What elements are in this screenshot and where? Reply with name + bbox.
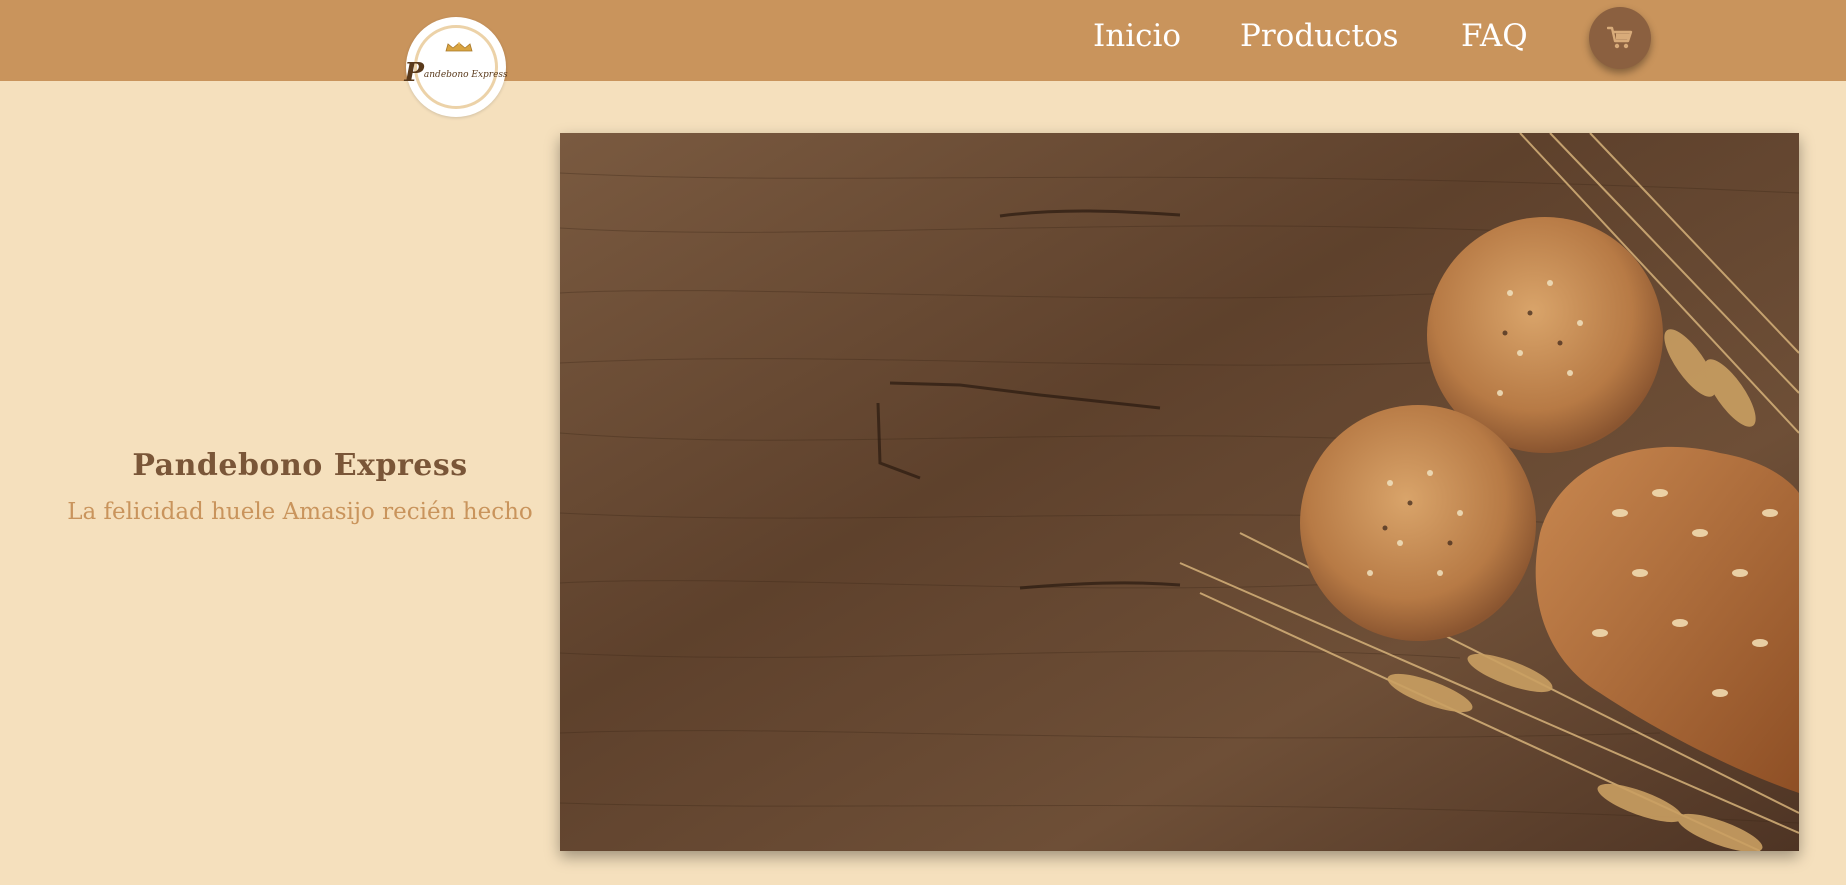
hero-subtitle: La felicidad huele Amasijo recién hecho [67, 499, 533, 525]
logo-emblem: Pandebono Express [404, 25, 508, 109]
top-bar: Pandebono Express Inicio Productos FAQ [0, 0, 1846, 117]
hero-image [560, 133, 1799, 851]
nav-productos[interactable]: Productos [1240, 18, 1399, 54]
hero-title: Pandebono Express [132, 448, 468, 483]
logo[interactable]: Pandebono Express [404, 17, 508, 117]
hero-text: Pandebono Express La felicidad huele Ama… [40, 448, 560, 525]
crown-icon [445, 42, 473, 52]
cart-button[interactable] [1589, 7, 1651, 69]
cart-icon [1607, 26, 1633, 49]
nav-inicio[interactable]: Inicio [1093, 18, 1181, 54]
logo-text: Pandebono Express [404, 58, 508, 88]
nav-faq[interactable]: FAQ [1461, 18, 1528, 54]
